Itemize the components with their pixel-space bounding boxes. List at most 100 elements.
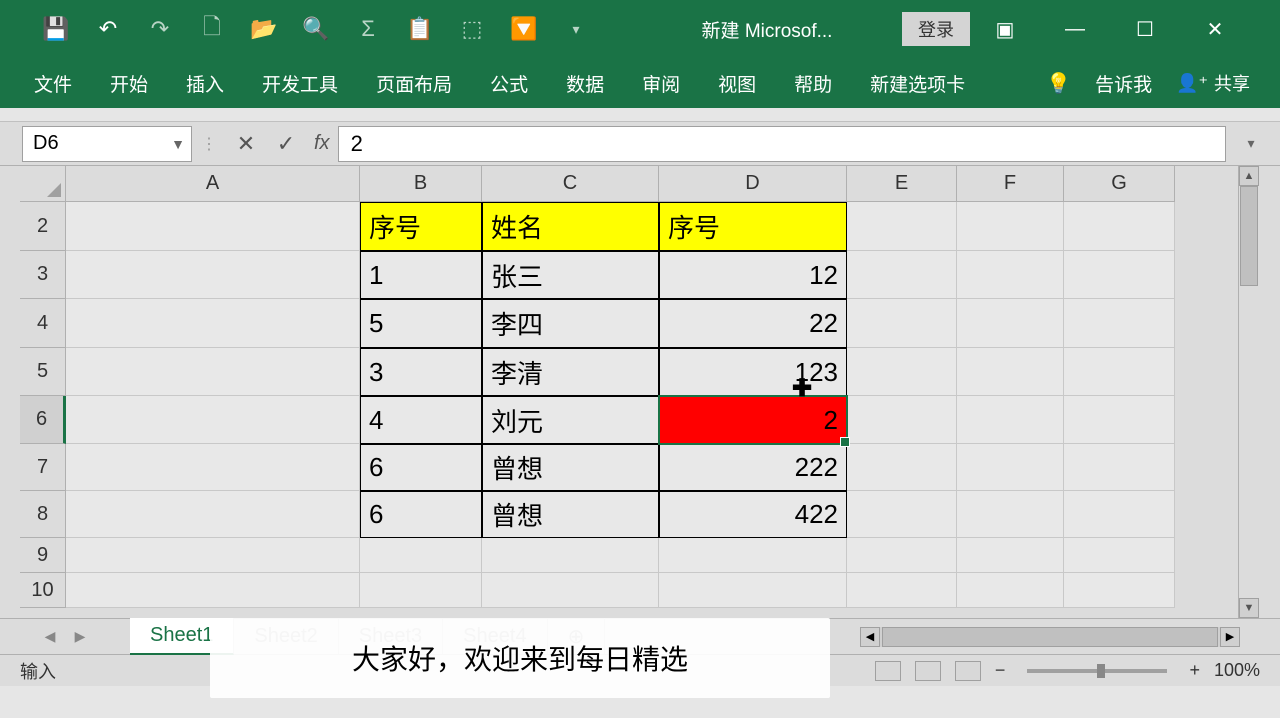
cell-G4[interactable]	[1064, 299, 1175, 348]
cell-E4[interactable]	[847, 299, 957, 348]
maximize-button[interactable]: ☐	[1130, 14, 1160, 44]
autosum-icon[interactable]: Σ	[352, 13, 384, 45]
cell-E8[interactable]	[847, 491, 957, 538]
cell-A2[interactable]	[66, 202, 360, 251]
paste-icon[interactable]: 📋	[404, 13, 436, 45]
cell-D9[interactable]	[659, 538, 847, 573]
cell-E5[interactable]	[847, 348, 957, 396]
sort-icon[interactable]: ⬚	[456, 13, 488, 45]
cell-A10[interactable]	[66, 573, 360, 608]
vertical-scrollbar[interactable]: ▲ ▼	[1238, 166, 1260, 618]
cell-B9[interactable]	[360, 538, 482, 573]
cell-G3[interactable]	[1064, 251, 1175, 299]
select-all-corner[interactable]	[20, 166, 66, 202]
cell-B3[interactable]: 1	[360, 251, 482, 299]
print-preview-icon[interactable]: 🔍	[300, 13, 332, 45]
cell-C10[interactable]	[482, 573, 659, 608]
column-header-C[interactable]: C	[482, 166, 659, 202]
zoom-in-button[interactable]: +	[1189, 660, 1200, 681]
cell-E2[interactable]	[847, 202, 957, 251]
formula-input[interactable]: 2	[338, 126, 1226, 162]
row-header-5[interactable]: 5	[20, 348, 66, 396]
tellme-icon[interactable]: 💡	[1046, 71, 1071, 96]
scroll-right-button[interactable]: ▶	[1220, 627, 1240, 647]
tellme-label[interactable]: 告诉我	[1091, 64, 1156, 103]
name-box[interactable]: D6 ▼	[22, 126, 192, 162]
vscroll-thumb[interactable]	[1240, 186, 1258, 286]
column-header-F[interactable]: F	[957, 166, 1064, 202]
tab-home[interactable]: 开始	[106, 64, 152, 103]
login-button[interactable]: 登录	[902, 12, 970, 46]
cell-G2[interactable]	[1064, 202, 1175, 251]
column-header-E[interactable]: E	[847, 166, 957, 202]
tab-custom[interactable]: 新建选项卡	[866, 64, 969, 103]
row-header-6[interactable]: 6	[20, 396, 66, 444]
zoom-slider[interactable]	[1027, 669, 1167, 673]
cell-C2[interactable]: 姓名	[482, 202, 659, 251]
tab-help[interactable]: 帮助	[790, 64, 836, 103]
row-header-3[interactable]: 3	[20, 251, 66, 299]
tab-file[interactable]: 文件	[30, 64, 76, 103]
cell-B5[interactable]: 3	[360, 348, 482, 396]
cell-A9[interactable]	[66, 538, 360, 573]
tab-review[interactable]: 审阅	[638, 64, 684, 103]
sheet-prev-button[interactable]: ◀	[40, 627, 60, 647]
cell-C9[interactable]	[482, 538, 659, 573]
cell-A7[interactable]	[66, 444, 360, 491]
cell-A8[interactable]	[66, 491, 360, 538]
cell-G6[interactable]	[1064, 396, 1175, 444]
scroll-down-button[interactable]: ▼	[1239, 598, 1259, 618]
scroll-left-button[interactable]: ◀	[860, 627, 880, 647]
save-icon[interactable]: 💾	[40, 13, 72, 45]
cell-G8[interactable]	[1064, 491, 1175, 538]
cell-G7[interactable]	[1064, 444, 1175, 491]
cell-B8[interactable]: 6	[360, 491, 482, 538]
row-header-7[interactable]: 7	[20, 444, 66, 491]
cell-D10[interactable]	[659, 573, 847, 608]
tab-developer[interactable]: 开发工具	[258, 64, 342, 103]
view-normal-button[interactable]	[875, 661, 901, 681]
cell-F7[interactable]	[957, 444, 1064, 491]
vscroll-track[interactable]	[1239, 186, 1260, 598]
row-header-9[interactable]: 9	[20, 538, 66, 573]
confirm-edit-button[interactable]: ✓	[266, 126, 306, 162]
scroll-up-button[interactable]: ▲	[1239, 166, 1259, 186]
undo-icon[interactable]: ↶	[92, 13, 124, 45]
row-header-2[interactable]: 2	[20, 202, 66, 251]
cell-F10[interactable]	[957, 573, 1064, 608]
cell-D5[interactable]: 123	[659, 348, 847, 396]
cell-D8[interactable]: 422	[659, 491, 847, 538]
tab-page-layout[interactable]: 页面布局	[372, 64, 456, 103]
cell-C8[interactable]: 曾想	[482, 491, 659, 538]
close-button[interactable]: ✕	[1200, 14, 1230, 44]
hscroll-thumb[interactable]	[882, 627, 1218, 647]
cell-B6[interactable]: 4	[360, 396, 482, 444]
column-header-D[interactable]: D	[659, 166, 847, 202]
name-box-dropdown-icon[interactable]: ▼	[171, 136, 185, 152]
view-pagebreak-button[interactable]	[955, 661, 981, 681]
tab-data[interactable]: 数据	[562, 64, 608, 103]
cell-G10[interactable]	[1064, 573, 1175, 608]
cell-B10[interactable]	[360, 573, 482, 608]
row-header-10[interactable]: 10	[20, 573, 66, 608]
formula-expand-icon[interactable]: ▾	[1236, 135, 1266, 152]
cancel-edit-button[interactable]: ✕	[226, 126, 266, 162]
cell-A4[interactable]	[66, 299, 360, 348]
tab-insert[interactable]: 插入	[182, 64, 228, 103]
cell-C7[interactable]: 曾想	[482, 444, 659, 491]
cell-B7[interactable]: 6	[360, 444, 482, 491]
minimize-button[interactable]: —	[1060, 14, 1090, 44]
qat-dropdown-icon[interactable]: ▾	[560, 13, 592, 45]
cell-F5[interactable]	[957, 348, 1064, 396]
cell-D3[interactable]: 12	[659, 251, 847, 299]
fx-icon[interactable]: fx	[314, 132, 330, 155]
cell-B2[interactable]: 序号	[360, 202, 482, 251]
cell-C4[interactable]: 李四	[482, 299, 659, 348]
cell-F2[interactable]	[957, 202, 1064, 251]
cell-C5[interactable]: 李清	[482, 348, 659, 396]
cell-F6[interactable]	[957, 396, 1064, 444]
cell-G5[interactable]	[1064, 348, 1175, 396]
cell-A3[interactable]	[66, 251, 360, 299]
cell-D7[interactable]: 222	[659, 444, 847, 491]
cell-F4[interactable]	[957, 299, 1064, 348]
